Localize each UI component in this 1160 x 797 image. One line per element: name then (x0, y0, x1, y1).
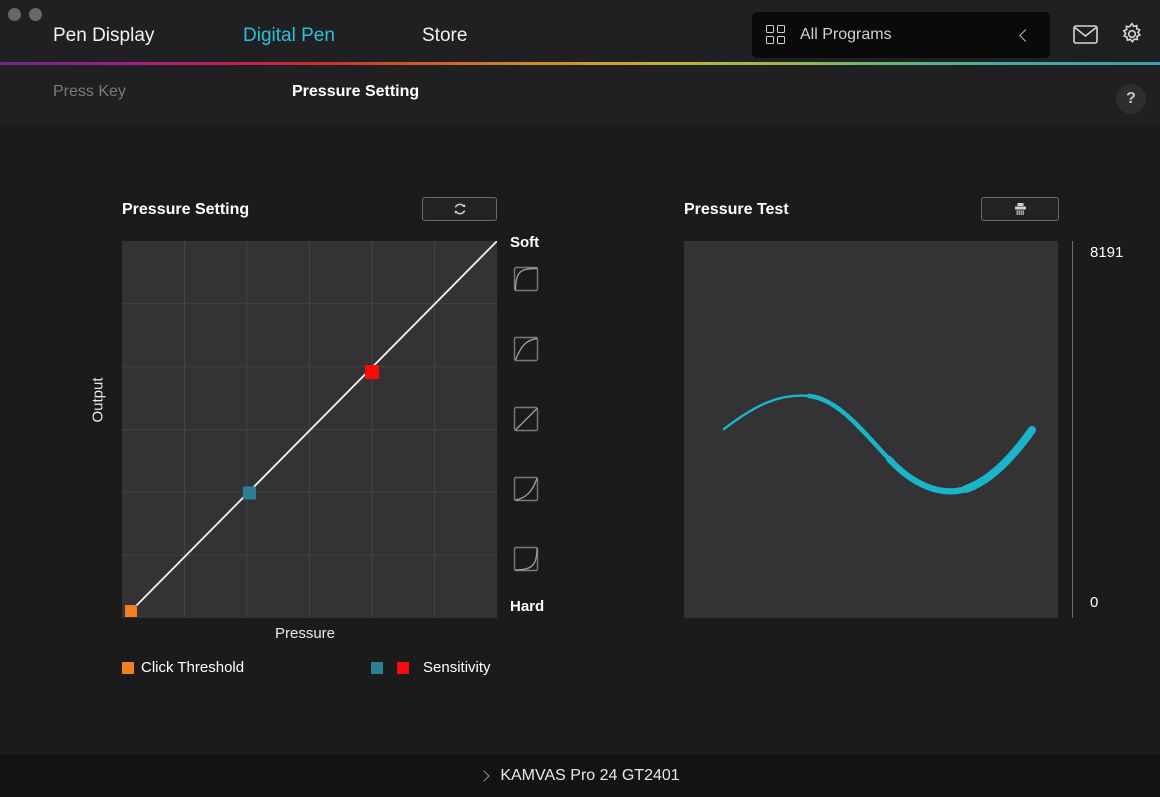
preset-curve-softest[interactable] (513, 266, 539, 292)
title-bar: Pen Display Digital Pen Store All Progra… (0, 0, 1160, 65)
device-name: KAMVAS Pro 24 GT2401 (500, 767, 680, 784)
refresh-icon (453, 202, 467, 216)
handle-sensitivity-low (243, 486, 256, 500)
preset-soft-label: Soft (510, 234, 540, 251)
legend-item-click-threshold: Click Threshold (122, 659, 244, 676)
pressure-scale-axis (1072, 241, 1073, 618)
app-window: Pen Display Digital Pen Store All Progra… (0, 0, 1160, 797)
test-stroke-seg4 (962, 426, 1036, 493)
tab-pressure-setting[interactable]: Pressure Setting (292, 83, 419, 101)
legend-swatch-sensitivity-low (371, 661, 383, 674)
nav-item-pen-display[interactable]: Pen Display (53, 25, 154, 47)
pressure-scale-max: 8191 (1090, 244, 1124, 261)
nav-item-store[interactable]: Store (422, 25, 467, 47)
preset-curve-linear[interactable] (513, 406, 539, 432)
legend-swatch-click-threshold (122, 661, 134, 674)
test-stroke-seg1 (722, 394, 811, 431)
chart-legend: Click Threshold Sensitivity (122, 659, 522, 679)
device-bar[interactable]: KAMVAS Pro 24 GT2401 (0, 755, 1160, 797)
grid-icon (766, 25, 786, 45)
header-icon-group (1073, 22, 1144, 46)
pressure-test-canvas[interactable] (684, 241, 1058, 618)
pressure-test-title: Pressure Test (684, 201, 789, 218)
all-programs-label: All Programs (800, 26, 892, 43)
chevron-right-icon[interactable] (478, 770, 490, 782)
legend-swatch-sensitivity-high (397, 661, 409, 674)
pressure-scale-min: 0 (1090, 594, 1099, 611)
minimize-button[interactable] (29, 8, 42, 21)
pressure-setting-title: Pressure Setting (122, 201, 250, 218)
y-axis-label: Output (89, 377, 107, 423)
sub-tab-bar: Press Key Pressure Setting (0, 65, 1160, 125)
clear-icon (1013, 202, 1028, 217)
curve-preset-column: Soft Hard (510, 234, 550, 618)
tab-press-key[interactable]: Press Key (53, 83, 126, 101)
handle-sensitivity-high (365, 365, 379, 379)
preset-hard-label: Hard (510, 598, 545, 615)
chevron-left-icon[interactable] (1019, 28, 1032, 42)
window-controls (8, 8, 42, 21)
preset-curve-soft[interactable] (513, 336, 539, 362)
preset-curve-hardest[interactable] (513, 546, 539, 572)
legend-label-sensitivity: Sensitivity (423, 659, 491, 676)
x-axis-label: Pressure (275, 625, 336, 642)
mail-icon[interactable] (1073, 24, 1098, 44)
gear-icon[interactable] (1120, 22, 1144, 46)
pressure-curve-chart[interactable] (122, 241, 497, 618)
legend-item-sensitivity: Sensitivity (371, 659, 491, 676)
preset-curve-hard[interactable] (513, 476, 539, 502)
main-content: Pressure Setting Output Pressure Soft Ha… (0, 125, 1160, 755)
all-programs-selector[interactable]: All Programs (752, 12, 1050, 58)
nav-item-digital-pen[interactable]: Digital Pen (243, 25, 335, 47)
close-button[interactable] (8, 8, 21, 21)
clear-test-button[interactable] (981, 197, 1059, 221)
test-stroke-seg3 (885, 455, 970, 495)
legend-label-click-threshold: Click Threshold (141, 659, 245, 676)
reset-curve-button[interactable] (422, 197, 497, 221)
help-button[interactable]: ? (1116, 84, 1146, 114)
test-stroke-seg2 (806, 393, 892, 462)
